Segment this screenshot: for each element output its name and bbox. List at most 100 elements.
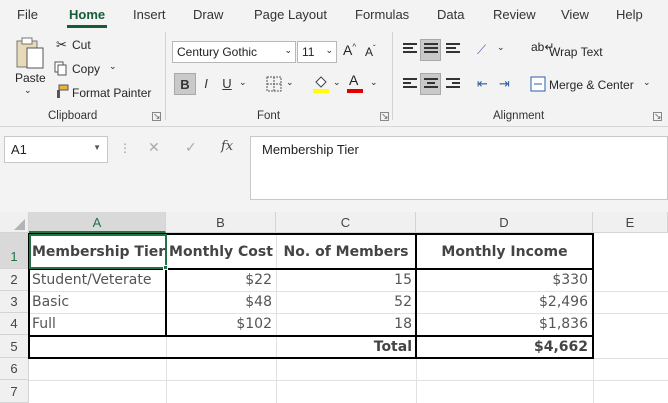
header-cell-members[interactable]: No. of Members: [276, 243, 416, 261]
font-launcher-icon[interactable]: ↘: [380, 112, 389, 121]
tab-help[interactable]: Help: [616, 7, 643, 22]
cell-tier[interactable]: Full: [29, 314, 166, 334]
font-size-select[interactable]: 11 ⌄: [297, 41, 337, 63]
paste-button[interactable]: Paste: [15, 71, 46, 85]
total-value-cell[interactable]: $4,662: [416, 336, 591, 358]
row-header-5[interactable]: 5: [0, 335, 29, 358]
paste-dropdown-icon[interactable]: ⌄: [24, 85, 32, 96]
align-right-icon[interactable]: [446, 78, 460, 90]
cell-cost[interactable]: $48: [166, 292, 275, 312]
cell-cost[interactable]: $22: [166, 270, 275, 290]
column-header-d[interactable]: D: [416, 212, 593, 233]
column-header-e[interactable]: E: [593, 212, 668, 233]
alignment-launcher-icon[interactable]: ↘: [653, 112, 662, 121]
row-header-3[interactable]: 3: [0, 291, 29, 313]
copy-dropdown-icon[interactable]: ⌄: [109, 61, 117, 72]
orientation-dropdown-icon[interactable]: ⌄: [497, 42, 505, 53]
merge-center-icon[interactable]: [530, 76, 546, 92]
underline-dropdown-icon[interactable]: ⌄: [239, 77, 247, 88]
formula-input[interactable]: Membership Tier: [250, 136, 668, 200]
orientation-icon[interactable]: ⟋: [477, 42, 486, 58]
fill-handle[interactable]: [163, 265, 168, 270]
tab-home[interactable]: Home: [69, 7, 105, 22]
align-bottom-icon[interactable]: [446, 43, 460, 55]
enter-icon[interactable]: ✓: [185, 139, 197, 156]
ribbon-tab-bar: File Home Insert Draw Page Layout Formul…: [0, 0, 668, 28]
decrease-indent-icon[interactable]: ⇤: [477, 76, 488, 92]
tab-data[interactable]: Data: [437, 7, 464, 22]
shrink-font-icon[interactable]: Aˇ: [365, 44, 376, 59]
chevron-down-icon[interactable]: ▼: [93, 143, 101, 152]
tab-view[interactable]: View: [561, 7, 589, 22]
header-cell-income[interactable]: Monthly Income: [416, 243, 593, 261]
cell-members[interactable]: 15: [276, 270, 415, 290]
clipboard-launcher-icon[interactable]: ↘: [152, 112, 161, 121]
worksheet-grid: A B C D E 1 2 3 4 5 6 7 Membership Tier …: [0, 212, 668, 403]
merge-center-button[interactable]: Merge & Center: [549, 78, 634, 92]
increase-indent-icon[interactable]: ⇥: [499, 76, 510, 92]
copy-button[interactable]: Copy: [72, 62, 100, 76]
align-left-icon[interactable]: [403, 78, 417, 90]
tab-insert[interactable]: Insert: [133, 7, 166, 22]
cell-income[interactable]: $2,496: [416, 292, 591, 312]
insert-function-icon[interactable]: fx: [221, 139, 233, 154]
table-border: [29, 335, 594, 337]
name-box[interactable]: A1 ▼: [4, 136, 108, 163]
bold-button[interactable]: B: [174, 73, 196, 95]
cell-tier[interactable]: Student/Veterate: [29, 270, 166, 290]
fill-color-dropdown-icon[interactable]: ⌄: [333, 77, 341, 88]
tab-review[interactable]: Review: [493, 7, 536, 22]
column-header-c[interactable]: C: [276, 212, 416, 233]
format-painter-icon[interactable]: [54, 84, 69, 99]
cell-tier[interactable]: Basic: [29, 292, 166, 312]
tab-file[interactable]: File: [17, 7, 38, 22]
align-middle-icon: [424, 43, 438, 55]
total-label-cell[interactable]: Total: [276, 336, 415, 358]
merge-center-dropdown-icon[interactable]: ⌄: [643, 77, 651, 88]
cell-income[interactable]: $330: [416, 270, 591, 290]
cell-members[interactable]: 18: [276, 314, 415, 334]
group-divider: [392, 32, 393, 120]
row-header-4[interactable]: 4: [0, 313, 29, 335]
format-painter-button[interactable]: Format Painter: [72, 86, 151, 100]
paste-icon[interactable]: [15, 36, 45, 70]
row-header-6[interactable]: 6: [0, 358, 29, 380]
name-box-value: A1: [11, 142, 27, 157]
tab-page-layout[interactable]: Page Layout: [254, 7, 327, 22]
cell-income[interactable]: $1,836: [416, 314, 591, 334]
cancel-icon[interactable]: ✕: [148, 139, 160, 156]
cell-cost[interactable]: $102: [166, 314, 275, 334]
borders-dropdown-icon[interactable]: ⌄: [286, 77, 294, 88]
header-cell-cost[interactable]: Monthly Cost: [166, 243, 276, 261]
underline-button[interactable]: U: [219, 73, 235, 95]
italic-button[interactable]: I: [198, 73, 214, 95]
tab-draw[interactable]: Draw: [193, 7, 223, 22]
clipboard-group-label: Clipboard: [48, 110, 98, 122]
font-name-select[interactable]: Century Gothic ⌄: [172, 41, 296, 63]
gridline: [29, 380, 668, 381]
tab-formulas[interactable]: Formulas: [355, 7, 409, 22]
cut-button[interactable]: Cut: [72, 38, 91, 52]
column-header-a[interactable]: A: [29, 212, 166, 233]
borders-icon[interactable]: [266, 76, 282, 92]
cut-icon[interactable]: ✂: [56, 37, 67, 53]
active-cell-outline: [29, 234, 167, 269]
font-color-dropdown-icon[interactable]: ⌄: [370, 77, 378, 88]
fill-color-icon[interactable]: [312, 73, 330, 93]
cell-members[interactable]: 52: [276, 292, 415, 312]
align-top-icon[interactable]: [403, 43, 417, 55]
chevron-down-icon: ⌄: [325, 45, 333, 55]
select-all-corner[interactable]: [0, 212, 29, 233]
align-center-icon: [424, 78, 438, 90]
grow-font-icon[interactable]: A^: [343, 42, 356, 58]
wrap-text-button[interactable]: Wrap Text: [549, 45, 603, 59]
font-name-value: Century Gothic: [177, 45, 258, 59]
row-header-2[interactable]: 2: [0, 269, 29, 291]
row-header-1[interactable]: 1: [0, 233, 29, 269]
column-header-b[interactable]: B: [166, 212, 276, 233]
group-divider: [165, 32, 166, 120]
copy-icon[interactable]: [54, 61, 68, 76]
row-header-7[interactable]: 7: [0, 380, 29, 403]
formula-bar: A1 ▼ ⋮ ✕ ✓ fx Membership Tier: [0, 127, 668, 212]
font-color-icon[interactable]: A: [349, 72, 358, 88]
